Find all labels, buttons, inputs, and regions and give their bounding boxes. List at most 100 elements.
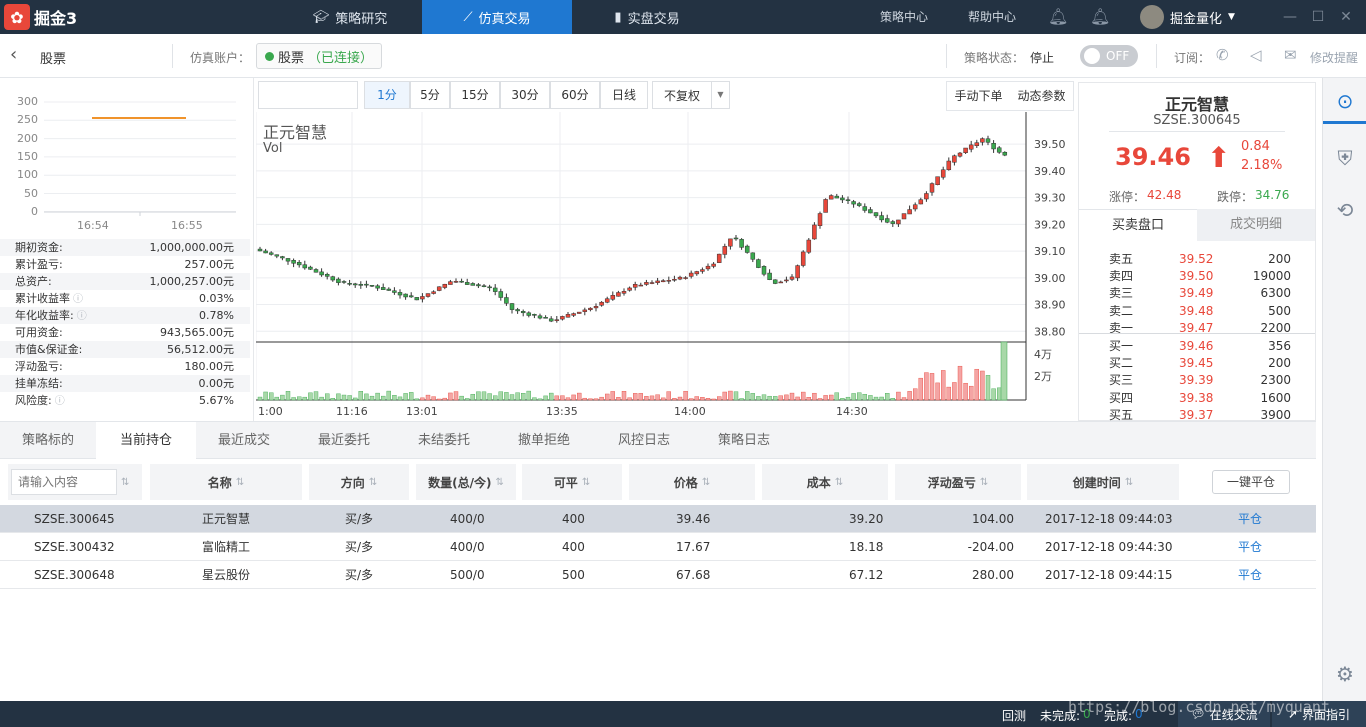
mail-icon[interactable]: ✉: [1284, 46, 1297, 64]
volume-bar: [408, 392, 414, 401]
info-icon[interactable]: ⓘ: [55, 396, 65, 407]
logo-mark-icon: ✿: [4, 4, 30, 30]
table-row[interactable]: SZSE.300648 星云股份 买/多 500/0 500 67.68 67.…: [0, 561, 1316, 589]
info-icon[interactable]: ⓘ: [77, 311, 87, 322]
column-header[interactable]: 成本 ⇅: [762, 464, 888, 500]
manual-order-button[interactable]: 手动下单: [947, 82, 1010, 110]
period-button[interactable]: 5分: [410, 81, 450, 109]
search-input[interactable]: [11, 469, 117, 495]
speaker-icon[interactable]: ◁: [1250, 46, 1262, 64]
volume-bar: [829, 394, 834, 401]
bell-filled-icon[interactable]: 🔔︎: [1048, 7, 1068, 27]
watermark: https://blog.csdn.net/myquant: [1068, 698, 1330, 716]
column-header[interactable]: 可平 ⇅: [522, 464, 622, 500]
sort-icon[interactable]: ⇅: [121, 477, 129, 488]
column-header[interactable]: 创建时间 ⇅: [1027, 464, 1179, 500]
tab-order-book[interactable]: 买卖盘口: [1079, 209, 1197, 241]
candle: [492, 287, 498, 292]
book-volume: 19000: [1252, 269, 1291, 284]
volume-bar: [957, 365, 963, 401]
monitor-icon[interactable]: ⊙: [1323, 80, 1366, 124]
tab-paper-trading[interactable]: ⟋ 仿真交易: [422, 0, 572, 34]
edit-reminder-link[interactable]: 修改提醒: [1310, 49, 1358, 66]
symbol-input[interactable]: [258, 81, 358, 109]
period-button[interactable]: 15分: [450, 81, 500, 109]
close-position-link[interactable]: 平仓: [1238, 561, 1262, 589]
column-header[interactable]: 价格 ⇅: [629, 464, 755, 500]
tab-6[interactable]: 风控日志: [596, 422, 692, 460]
history-search-icon[interactable]: ⟲: [1323, 188, 1366, 232]
back-chevron-icon[interactable]: ‹: [10, 44, 17, 65]
x-tick: 14:00: [674, 405, 706, 418]
period-button[interactable]: 60分: [550, 81, 600, 109]
y-tick: 50: [24, 186, 38, 200]
wechat-icon[interactable]: ✆: [1216, 46, 1229, 64]
candle: [851, 201, 856, 205]
limit-up-value: 42.48: [1147, 188, 1182, 202]
table-row[interactable]: SZSE.300432 富临精工 买/多 400/0 400 17.67 18.…: [0, 533, 1316, 561]
info-icon[interactable]: ⓘ: [73, 294, 83, 305]
tab-strategy-research[interactable]: 🎓︎ 策略研究: [280, 0, 420, 34]
tab-7[interactable]: 策略日志: [696, 422, 792, 460]
bell-outline-icon[interactable]: 🔔︎: [1090, 7, 1110, 27]
tab-1[interactable]: 当前持仓: [96, 422, 196, 460]
candle: [582, 309, 588, 312]
close-position-link[interactable]: 平仓: [1238, 533, 1262, 561]
help-center-link[interactable]: 帮助中心: [968, 0, 1016, 34]
close-icon[interactable]: ✕: [1336, 7, 1356, 27]
user-menu[interactable]: 掘金量化 ▼: [1140, 3, 1235, 31]
line-chart-icon: ⟋: [463, 9, 473, 25]
candle: [459, 280, 464, 283]
y-tick: 39.30: [1034, 192, 1066, 205]
tab-live-trading[interactable]: ▮ 实盘交易: [574, 0, 720, 34]
account-summary-panel: 300 250 200 150 100 50 0 16:54 16:55 期初资金: 1,00…: [0, 78, 254, 421]
tab-2[interactable]: 最近成交: [196, 422, 292, 460]
cell-name: 富临精工: [202, 540, 251, 554]
shield-icon[interactable]: ⛨: [1323, 136, 1366, 180]
maximize-icon[interactable]: ☐: [1308, 7, 1328, 27]
table-row[interactable]: SZSE.300645 正元智慧 买/多 400/0 400 39.46 39.…: [0, 505, 1316, 533]
period-button[interactable]: 1分: [364, 81, 410, 109]
strategy-toggle[interactable]: OFF: [1080, 45, 1138, 67]
tab-4[interactable]: 未结委托: [396, 422, 492, 460]
minimize-icon[interactable]: —: [1280, 7, 1300, 27]
volume-bar: [285, 391, 291, 401]
column-header[interactable]: 浮动盈亏 ⇅: [895, 464, 1021, 500]
sort-icon: ⇅: [1124, 476, 1134, 488]
adjust-select[interactable]: 不复权 ▼: [652, 81, 730, 109]
volume-bar: [840, 398, 845, 401]
strategy-center-link[interactable]: 策略中心: [880, 0, 928, 34]
volume-bar: [862, 394, 867, 401]
column-header[interactable]: 名称 ⇅: [150, 464, 302, 500]
kline-chart: 39.50 39.40 39.30 39.20 39.10 39.00 38.90 38.80…: [256, 112, 1066, 418]
period-button[interactable]: 30分: [500, 81, 550, 109]
dynamic-params-button[interactable]: 动态参数: [1010, 82, 1073, 110]
candle: [672, 278, 677, 281]
tab-trade-detail[interactable]: 成交明细: [1197, 209, 1315, 241]
tab-5[interactable]: 撤单拒绝: [496, 422, 592, 460]
x-tick: 16:55: [171, 219, 203, 232]
backtest-label[interactable]: 回测: [1002, 707, 1026, 724]
y-tick: 0: [31, 204, 38, 218]
book-level: 买三: [1109, 373, 1134, 388]
close-all-button[interactable]: 一键平仓: [1212, 470, 1290, 494]
candle: [812, 224, 817, 240]
stock-code: SZSE.300645: [1153, 113, 1241, 128]
gear-icon[interactable]: ⚙: [1323, 652, 1366, 696]
candle: [660, 280, 666, 283]
volume-bar: [918, 377, 923, 401]
cell-direction: 买/多: [345, 568, 374, 582]
tab-3[interactable]: 最近委托: [296, 422, 392, 460]
tab-0[interactable]: 策略标的: [0, 422, 96, 460]
account-selector[interactable]: 股票 （已连接）: [256, 43, 383, 69]
candle: [806, 239, 812, 253]
close-position-link[interactable]: 平仓: [1238, 505, 1262, 533]
volume-bar: [717, 396, 722, 401]
period-button[interactable]: 日线: [600, 81, 648, 109]
cell-cost: 18.18: [849, 540, 884, 554]
book-row: 买三 39.39 2300: [1079, 372, 1315, 389]
column-header[interactable]: 数量(总/今) ⇅: [416, 464, 516, 500]
chart-sub-label: Vol: [263, 141, 283, 156]
column-header[interactable]: 方向 ⇅: [309, 464, 409, 500]
volume-bar: [705, 398, 711, 401]
